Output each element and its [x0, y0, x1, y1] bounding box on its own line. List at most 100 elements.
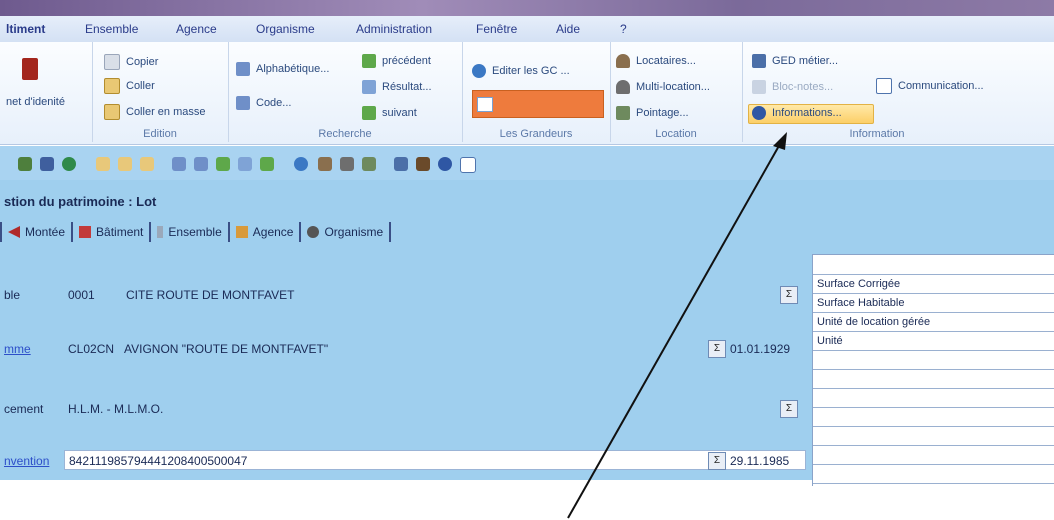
suivant-button[interactable]: suivant [362, 106, 417, 120]
multi-location-button[interactable]: Multi-location... [616, 80, 710, 94]
convention-lookup-button[interactable]: Σ [708, 452, 726, 470]
tool-multi-location-icon[interactable] [340, 157, 354, 171]
list-item-empty[interactable] [813, 389, 1054, 408]
communication-button[interactable]: Communication... [876, 78, 984, 94]
tab-end-separator [389, 222, 392, 242]
agence-icon [235, 226, 248, 238]
book-icon [22, 58, 38, 80]
tool-next-icon[interactable] [260, 157, 274, 171]
tool-globe-icon[interactable] [62, 157, 76, 171]
ged-metier-button[interactable]: GED métier... [752, 54, 838, 68]
tool-info-icon[interactable] [438, 157, 452, 171]
informations-button[interactable]: Informations... [752, 106, 842, 120]
tool-shield-icon[interactable] [40, 157, 54, 171]
tool-results-icon[interactable] [238, 157, 252, 171]
financement-lookup-button[interactable]: Σ [780, 400, 798, 418]
tab-organisme[interactable]: Organisme [299, 222, 389, 242]
list-item-unite[interactable]: Unité [813, 332, 1054, 351]
menu-ensemble[interactable]: Ensemble [85, 22, 138, 36]
group-title-grandeurs: Les Grandeurs [499, 128, 573, 140]
list-item-unite-location[interactable]: Unité de location gérée [813, 313, 1054, 332]
tool-search-icon[interactable] [172, 157, 186, 171]
tool-paste-icon[interactable] [118, 157, 132, 171]
paste-icon [104, 78, 120, 94]
menu-aide[interactable]: Aide [556, 22, 580, 36]
alphabetique-button[interactable]: Alphabétique... [236, 62, 329, 76]
bloc-notes-button[interactable]: Bloc-notes... [752, 80, 833, 94]
window-title-strip [0, 0, 1054, 16]
tool-copy-icon[interactable] [96, 157, 110, 171]
ensemble-name: CITE ROUTE DE MONTFAVET [126, 288, 295, 302]
tab-organisme-label: Organisme [324, 225, 384, 239]
list-item-surface-corrigee[interactable]: Surface Corrigée [813, 275, 1054, 294]
redacted-field[interactable] [472, 90, 604, 118]
list-item-empty[interactable] [813, 351, 1054, 370]
icon-toolbar [0, 146, 1054, 180]
tool-paste-multi-icon[interactable] [140, 157, 154, 171]
copier-button[interactable]: Copier [104, 54, 158, 70]
tab-montee[interactable]: Montée [0, 222, 71, 242]
menu-bar: ltiment Ensemble Agence Organisme Admini… [0, 16, 1054, 43]
programme-lookup-button[interactable]: Σ [708, 340, 726, 358]
list-item-empty[interactable] [813, 408, 1054, 427]
tab-batiment[interactable]: Bâtiment [71, 222, 149, 242]
locataires-label: Locataires... [636, 54, 696, 67]
tool-communication-icon[interactable] [460, 157, 476, 173]
tool-search-code-icon[interactable] [194, 157, 208, 171]
list-item-empty[interactable] [813, 446, 1054, 465]
menu-agence[interactable]: Agence [176, 22, 217, 36]
menu-fenetre[interactable]: Fenêtre [476, 22, 517, 36]
ribbon-group-fiche: net d'idenité [0, 42, 93, 142]
notepad-icon [752, 80, 766, 94]
editer-gc-button[interactable]: Editer les GC ... [472, 64, 570, 78]
label-ensemble: ble [4, 288, 21, 302]
copier-label: Copier [126, 55, 159, 68]
pointage-button[interactable]: Pointage... [616, 106, 689, 120]
tool-locataires-icon[interactable] [318, 157, 332, 171]
code-button[interactable]: Code... [236, 96, 291, 110]
locataires-button[interactable]: Locataires... [616, 54, 696, 68]
menu-help[interactable]: ? [620, 22, 627, 36]
programme-date: 01.01.1929 [730, 342, 791, 356]
next-icon [362, 106, 376, 120]
tab-agence[interactable]: Agence [227, 222, 300, 242]
label-convention-link[interactable]: nvention [4, 454, 49, 468]
coller-button[interactable]: Coller [104, 78, 155, 94]
menu-administration[interactable]: Administration [356, 22, 432, 36]
label-programme-link[interactable]: mme [4, 342, 31, 356]
tab-ensemble[interactable]: Ensemble [149, 222, 227, 242]
tab-ensemble-label: Ensemble [168, 225, 222, 239]
convention-input[interactable]: 842111985794441208400500047 [64, 450, 806, 470]
list-item-empty[interactable] [813, 427, 1054, 446]
tab-agence-label: Agence [252, 225, 294, 239]
menu-organisme[interactable]: Organisme [256, 22, 315, 36]
pointage-icon [616, 106, 630, 120]
precedent-button[interactable]: précédent [362, 54, 431, 68]
search-code-icon [236, 96, 250, 110]
ribbon-group-information: GED métier... Bloc-notes... Communicatio… [742, 42, 1012, 142]
tab-montee-label: Montée [25, 225, 66, 239]
tool-edit-gc-icon[interactable] [294, 157, 308, 171]
coller-en-masse-label: Coller en masse [126, 105, 206, 118]
tool-ged-icon[interactable] [394, 157, 408, 171]
resultat-button[interactable]: Résultat... [362, 80, 432, 94]
code-label: Code... [256, 96, 292, 109]
coller-en-masse-button[interactable]: Coller en masse [104, 104, 205, 120]
tool-pen-icon[interactable] [416, 157, 430, 171]
tool-previous-icon[interactable] [216, 157, 230, 171]
list-item-surface-habitable[interactable]: Surface Habitable [813, 294, 1054, 313]
cabinet-identite-button[interactable]: net d'idenité [6, 96, 65, 108]
ensemble-code: 0001 [68, 288, 95, 302]
menu-batiment[interactable]: ltiment [6, 22, 45, 36]
globe-icon [472, 64, 486, 78]
ensemble-lookup-button[interactable]: Σ [780, 286, 798, 304]
tool-people-icon[interactable] [18, 157, 32, 171]
person-icon [616, 54, 630, 68]
tool-pointage-icon[interactable] [362, 157, 376, 171]
list-header-row [813, 255, 1054, 275]
list-item-empty[interactable] [813, 465, 1054, 484]
communication-label: Communication... [898, 79, 984, 92]
list-item-empty[interactable] [813, 370, 1054, 389]
financement-value: H.L.M. - M.L.M.O. [68, 402, 164, 416]
programme-code: CL02CN [68, 342, 115, 356]
